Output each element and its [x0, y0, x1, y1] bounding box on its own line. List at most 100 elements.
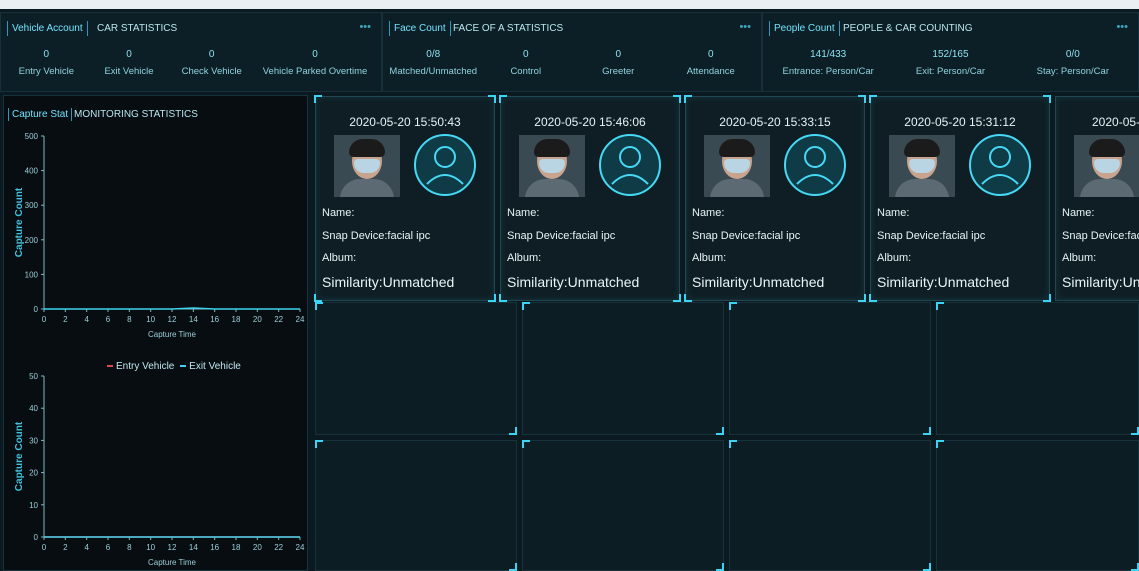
y-tick-label: 300	[25, 201, 39, 210]
panel-title: FACE OF A STATISTICS	[453, 23, 564, 34]
capture-time: 2020-05-20 15:33:15	[719, 115, 831, 129]
kpi-attendance: 0 Attendance	[665, 49, 758, 77]
card-similarity: Similarity:Un	[1062, 274, 1139, 290]
card-album: Album:	[1062, 252, 1097, 264]
kpi-group: 0/8 Matched/Unmatched 0 Control 0 Greeter 0…	[387, 49, 757, 77]
video-cell[interactable]	[522, 302, 724, 435]
card-name: Name:	[322, 207, 355, 219]
capture-card[interactable]: 2020-05-20 Name: Snap Device:fac Album: …	[1055, 96, 1139, 301]
x-tick-label: 12	[168, 543, 177, 552]
kpi-label: Greeter	[602, 66, 635, 77]
video-cell[interactable]	[936, 302, 1139, 435]
snapshot-photo[interactable]	[1074, 135, 1139, 197]
x-tick-label: 20	[253, 543, 262, 552]
face-count-tab[interactable]: Face Count	[389, 21, 451, 36]
card-album: Album:	[322, 252, 357, 264]
stats-row: Vehicle Account CAR STATISTICS ••• 0 Entr…	[0, 12, 1139, 92]
capture-count-chart: 0 100 200 300 400 500 0 2 4 6 8 10 12 14 16 18 20 22 24 Cap…	[4, 126, 309, 351]
x-tick-label: 24	[296, 315, 305, 324]
more-icon[interactable]: •••	[1116, 21, 1128, 33]
face-capture-cards: 2020-05-20 15:50:43 Name: Snap Device:fa…	[314, 95, 1139, 302]
y-tick-label: 50	[29, 372, 38, 381]
capture-stat-tab[interactable]: Capture Stat	[8, 108, 73, 121]
x-tick-label: 2	[63, 543, 68, 552]
capture-time: 2020-05-20 15:31:12	[904, 115, 1016, 129]
kpi-value: 0	[43, 49, 50, 60]
card-similarity: Similarity:Unmatched	[692, 274, 825, 290]
capture-card[interactable]: 2020-05-20 15:46:06 Name: Snap Device:fa…	[499, 95, 681, 302]
person-placeholder-icon	[599, 134, 661, 196]
x-tick-label: 18	[232, 315, 241, 324]
kpi-control: 0 Control	[480, 49, 573, 77]
x-tick-label: 4	[84, 315, 89, 324]
x-tick-label: 10	[146, 543, 155, 552]
x-tick-label: 16	[210, 315, 219, 324]
snapshot-photo[interactable]	[519, 135, 585, 197]
kpi-label: Exit Vehicle	[104, 66, 154, 77]
x-tick-label: 0	[42, 315, 47, 324]
video-cell[interactable]	[315, 302, 517, 435]
snapshot-photo[interactable]	[704, 135, 770, 197]
panel-title: PEOPLE & CAR COUNTING	[843, 23, 973, 34]
more-icon[interactable]: •••	[739, 21, 751, 33]
kpi-label: Entrance: Person/Car	[782, 66, 874, 77]
y-tick-label: 10	[29, 501, 38, 510]
car-statistics-panel: Vehicle Account CAR STATISTICS ••• 0 Entr…	[0, 12, 382, 92]
card-album: Album:	[877, 252, 912, 264]
snapshot-photo[interactable]	[334, 135, 400, 197]
series-line-0	[44, 307, 300, 310]
vehicle-capture-chart: 0 10 20 30 40 50 0 2 4 6 8 10 12 14 16 18 20 22 24 Capture …	[4, 368, 309, 571]
more-icon[interactable]: •••	[359, 21, 371, 33]
video-cell[interactable]	[522, 440, 724, 571]
y-tick-label: 0	[34, 533, 39, 542]
x-tick-label: 16	[210, 543, 219, 552]
x-tick-label: 14	[189, 315, 198, 324]
card-name: Name:	[692, 207, 725, 219]
snapshot-photo[interactable]	[889, 135, 955, 197]
capture-card[interactable]: 2020-05-20 15:31:12 Name: Snap Device:fa…	[869, 95, 1051, 302]
card-album: Album:	[692, 252, 727, 264]
y-tick-label: 30	[29, 436, 38, 445]
face-statistics-panel: Face Count FACE OF A STATISTICS ••• 0/8 M…	[382, 12, 762, 92]
video-grid	[315, 302, 1139, 571]
video-cell[interactable]	[729, 440, 931, 571]
capture-card[interactable]: 2020-05-20 15:50:43 Name: Snap Device:fa…	[314, 95, 496, 302]
video-cell[interactable]	[729, 302, 931, 435]
kpi-value: 0	[522, 49, 529, 60]
x-tick-label: 0	[42, 543, 47, 552]
x-tick-label: 2	[63, 315, 68, 324]
monitoring-statistics-title: MONITORING STATISTICS	[74, 109, 198, 120]
kpi-label: Exit: Person/Car	[915, 66, 986, 77]
x-tick-label: 6	[106, 315, 111, 324]
person-placeholder-icon	[969, 134, 1031, 196]
kpi-label: Control	[510, 66, 542, 77]
x-tick-label: 12	[168, 315, 177, 324]
capture-time: 2020-05-20 15:46:06	[534, 115, 646, 129]
kpi-stay: 0/0 Stay: Person/Car	[1012, 49, 1134, 77]
capture-time: 2020-05-20 15:50:43	[349, 115, 461, 129]
x-axis-label: Capture Time	[148, 330, 197, 339]
video-cell[interactable]	[936, 440, 1139, 571]
y-tick-label: 40	[29, 404, 38, 413]
vehicle-account-tab[interactable]: Vehicle Account	[7, 21, 88, 36]
capture-card[interactable]: 2020-05-20 15:33:15 Name: Snap Device:fa…	[684, 95, 866, 302]
video-cell[interactable]	[315, 440, 517, 571]
person-placeholder-icon	[784, 134, 846, 196]
x-tick-label: 10	[146, 315, 155, 324]
x-tick-label: 8	[127, 543, 132, 552]
kpi-value: 0/0	[1065, 49, 1080, 60]
kpi-label: Entry Vehicle	[18, 66, 75, 77]
capture-time: 2020-05-20	[1092, 115, 1139, 129]
x-tick-label: 6	[106, 543, 111, 552]
people-count-tab[interactable]: People Count	[769, 21, 840, 36]
kpi-value: 0	[707, 49, 714, 60]
x-tick-label: 8	[127, 315, 132, 324]
card-name: Name:	[1062, 207, 1095, 219]
person-placeholder-icon	[414, 134, 476, 196]
x-tick-label: 18	[232, 543, 241, 552]
kpi-value: 0	[312, 49, 318, 60]
people-car-counting-panel: People Count PEOPLE & CAR COUNTING ••• 1…	[762, 12, 1139, 92]
kpi-value: 0	[126, 49, 132, 60]
card-device: Snap Device:facial ipc	[692, 230, 801, 242]
x-tick-label: 22	[274, 543, 283, 552]
